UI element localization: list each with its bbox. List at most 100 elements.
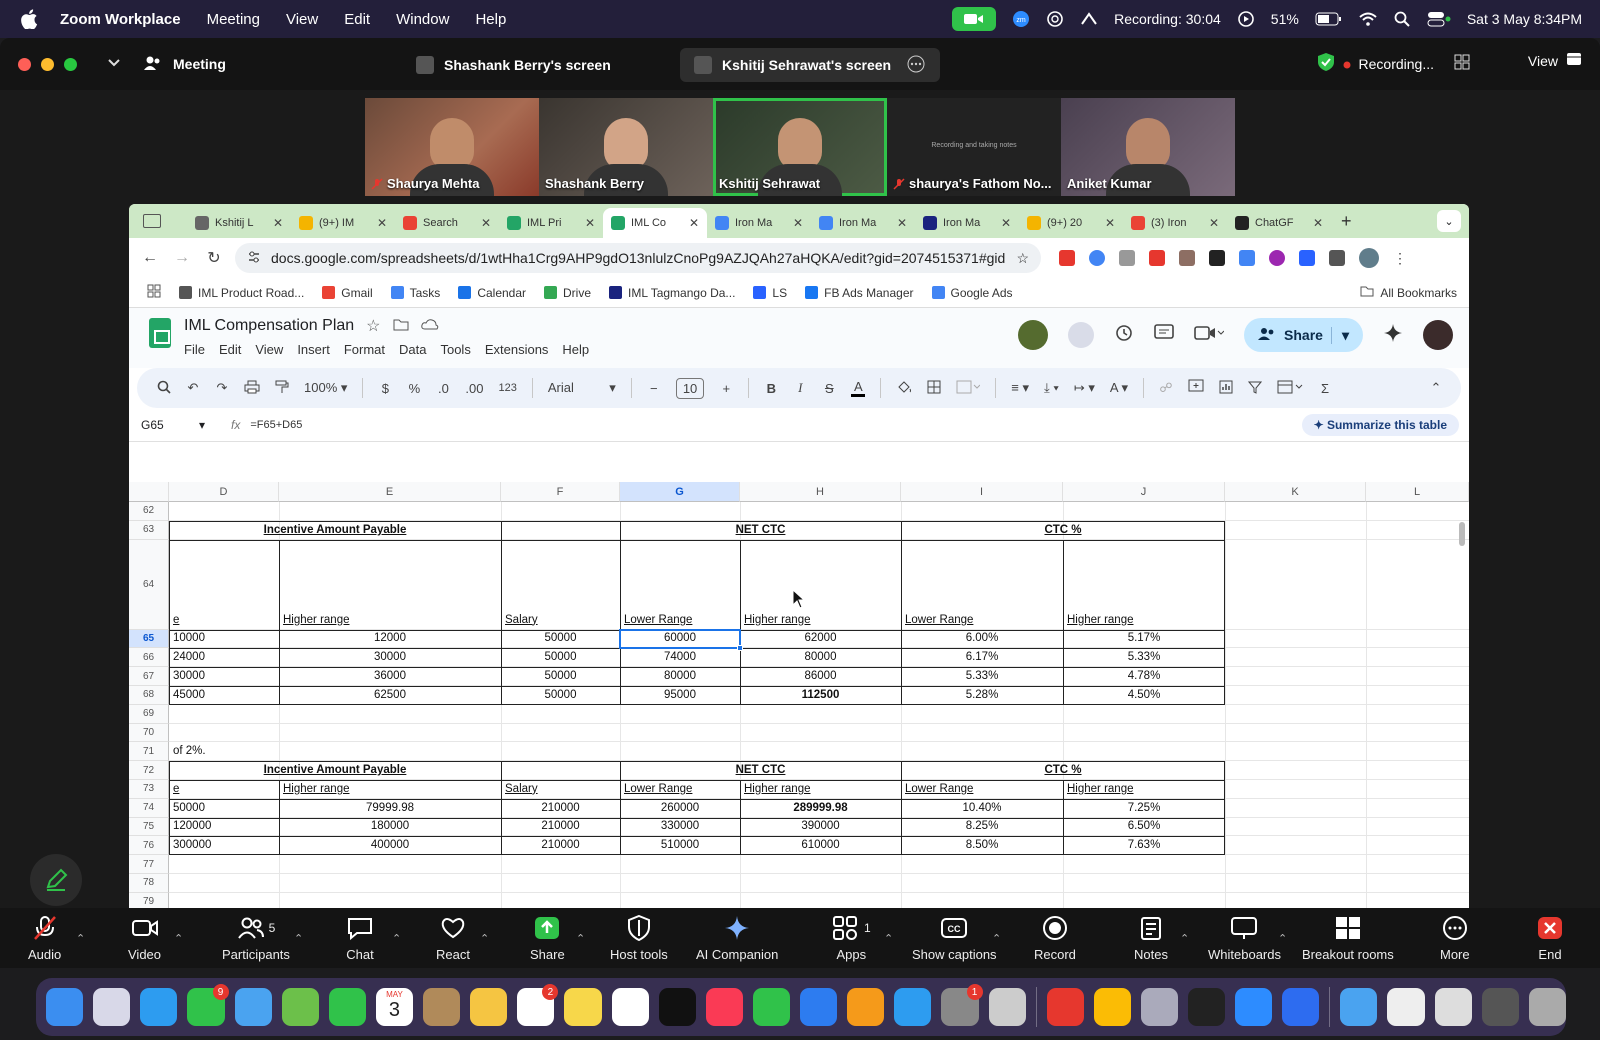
column-header-f[interactable]: F (501, 482, 620, 502)
close-tab-icon[interactable]: ✕ (481, 216, 491, 230)
file-icon[interactable] (1481, 988, 1519, 1026)
data-cell[interactable]: 8.50% (902, 836, 1062, 855)
collapse-toolbar-icon[interactable]: ⌃ (1429, 380, 1443, 396)
subheader-cell[interactable]: Lower Range (621, 780, 739, 799)
formula-input[interactable]: =F65+D65 (250, 419, 302, 431)
column-header-e[interactable]: E (279, 482, 501, 502)
preview-icon[interactable] (1140, 988, 1178, 1026)
selected-cell-g65[interactable] (619, 628, 741, 650)
close-tab-icon[interactable]: ✕ (1313, 216, 1323, 230)
data-cell[interactable]: 390000 (741, 817, 900, 836)
fill-color-icon[interactable] (896, 379, 912, 398)
text-rotation-icon[interactable]: A ▾ (1110, 380, 1128, 396)
italic-icon[interactable]: I (793, 380, 807, 396)
data-cell[interactable]: 4.78% (1064, 667, 1224, 686)
screenshot-icon[interactable] (1434, 988, 1472, 1026)
ctc-percent-header[interactable]: CTC % (902, 521, 1224, 540)
incentive-header[interactable]: Incentive Amount Payable (170, 761, 500, 780)
increase-font-size-icon[interactable]: + (719, 381, 733, 396)
row-header[interactable]: 64 (129, 539, 169, 630)
forward-icon[interactable]: → (171, 247, 193, 269)
column-header-k[interactable]: K (1225, 482, 1366, 502)
data-cell[interactable]: 12000 (280, 629, 500, 648)
control-center-icon[interactable] (1427, 10, 1451, 28)
share-options-caret[interactable]: ⌃ (576, 908, 585, 968)
subheader-cell[interactable]: Lower Range (902, 611, 1062, 630)
extension-icon[interactable] (1059, 250, 1075, 266)
browser-tab[interactable]: (3) Iron ✕ (1123, 208, 1227, 238)
insert-link-icon[interactable]: ☍ (1159, 380, 1173, 396)
share-screen-button[interactable]: Share (530, 908, 565, 968)
bookmark-item[interactable]: Drive (544, 286, 591, 300)
data-cell[interactable]: 4.50% (1064, 686, 1224, 705)
screen-tab-kshitij[interactable]: Kshitij Sehrawat's screen (680, 48, 940, 82)
document-title[interactable]: IML Compensation Plan (184, 317, 354, 335)
redo-icon[interactable]: ↷ (215, 380, 229, 396)
sheets-menu-help[interactable]: Help (562, 342, 589, 357)
data-cell[interactable]: 120000 (170, 817, 278, 836)
row-header[interactable]: 66 (129, 648, 169, 668)
battery-icon[interactable] (1315, 10, 1343, 28)
decrease-decimal-button[interactable]: .0 (436, 381, 450, 396)
net-ctc-header[interactable]: NET CTC (621, 521, 900, 540)
subheader-cell[interactable]: Higher range (280, 611, 500, 630)
data-cell[interactable]: 50000 (502, 686, 619, 705)
chat-options-caret[interactable]: ⌃ (392, 908, 401, 968)
data-cell[interactable]: 180000 (280, 817, 500, 836)
messages-icon[interactable]: 9 (187, 984, 229, 1026)
bookmark-item[interactable]: Tasks (390, 286, 440, 300)
react-options-caret[interactable]: ⌃ (480, 908, 489, 968)
google-sheets-logo[interactable] (149, 318, 171, 348)
data-cell[interactable]: 400000 (280, 836, 500, 855)
extension-icon[interactable] (1239, 250, 1255, 266)
menu-view[interactable]: View (286, 11, 318, 28)
tab-search-icon[interactable] (143, 214, 161, 228)
new-tab-icon[interactable]: + (1341, 211, 1352, 232)
data-cell[interactable]: 86000 (741, 667, 900, 686)
close-tab-icon[interactable]: ✕ (793, 216, 803, 230)
row-header[interactable]: 75 (129, 817, 169, 837)
horizontal-align-icon[interactable]: ≡ ▾ (1011, 380, 1029, 396)
extension-icon[interactable] (1089, 250, 1105, 266)
spotlight-search-icon[interactable] (1393, 10, 1411, 28)
star-icon[interactable]: ☆ (366, 316, 380, 336)
data-cell[interactable]: 30000 (170, 667, 278, 686)
chatgpt-icon[interactable] (1046, 10, 1064, 28)
sheets-menu-view[interactable]: View (255, 342, 283, 357)
subheader-cell[interactable]: Salary (502, 611, 619, 630)
subheader-cell[interactable]: Higher range (280, 780, 500, 799)
participant-tile[interactable]: Shaurya Mehta (365, 98, 539, 196)
data-cell[interactable]: 300000 (170, 836, 278, 855)
chrome-icon[interactable] (1093, 988, 1131, 1026)
font-size-input[interactable]: 10 (675, 377, 705, 399)
more-options-icon[interactable] (906, 54, 926, 77)
whiteboards-options-caret[interactable]: ⌃ (1278, 908, 1287, 968)
merge-cells-icon[interactable] (956, 380, 981, 397)
data-cell[interactable]: 210000 (502, 817, 619, 836)
insert-chart-icon[interactable] (1219, 380, 1233, 397)
subheader-cell[interactable]: Higher range (1064, 780, 1224, 799)
zoom-camera-status-icon[interactable] (952, 7, 997, 31)
close-tab-icon[interactable]: ✕ (377, 216, 387, 230)
apple-icon[interactable] (20, 8, 42, 30)
view-button[interactable]: View (1528, 52, 1582, 69)
incentive-header[interactable]: Incentive Amount Payable (170, 521, 500, 540)
data-cell[interactable]: 7.63% (1064, 836, 1224, 855)
data-cell[interactable]: 80000 (621, 667, 739, 686)
bookmark-star-icon[interactable]: ☆ (1016, 250, 1029, 267)
close-tab-icon[interactable]: ✕ (1209, 216, 1219, 230)
ai-companion-button[interactable]: AI Companion (696, 908, 778, 968)
facetime-icon[interactable] (328, 988, 366, 1026)
cloud-saved-icon[interactable] (420, 317, 439, 335)
version-history-icon[interactable] (1114, 323, 1134, 348)
data-cell[interactable]: 6.17% (902, 648, 1062, 667)
apps-button[interactable]: 1 Apps (832, 908, 871, 968)
column-header-l[interactable]: L (1366, 482, 1469, 502)
sheets-menu-edit[interactable]: Edit (219, 342, 241, 357)
profile-avatar[interactable] (1359, 248, 1379, 268)
freeform-icon[interactable] (611, 988, 649, 1026)
mail-icon[interactable] (234, 988, 272, 1026)
data-cell[interactable]: 95000 (621, 686, 739, 705)
trash-icon[interactable] (1528, 988, 1566, 1026)
collaborator-avatar[interactable] (1018, 320, 1049, 350)
